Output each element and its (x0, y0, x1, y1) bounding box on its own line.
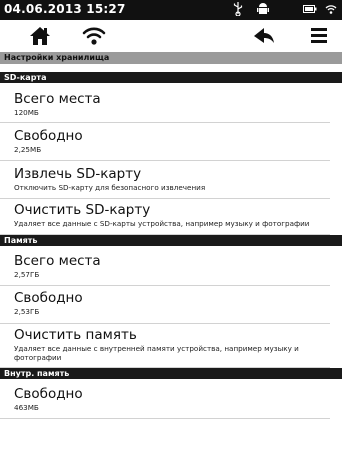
status-bar: 04.06.2013 15:27 (0, 0, 342, 20)
list-item-sd-free[interactable]: Свободно 2,25МБ (0, 122, 330, 161)
list-item-sd-total[interactable]: Всего места 120МБ (0, 84, 330, 123)
list-item-internal-free[interactable]: Свободно 463МБ (0, 380, 330, 419)
item-title: Свободно (14, 290, 83, 306)
item-subtitle: 2,25МБ (14, 145, 42, 154)
item-subtitle: 2,53ГБ (14, 307, 40, 316)
section-header-memory: Память (0, 235, 342, 246)
item-title: Извлечь SD-карту (14, 166, 142, 182)
item-title: Всего места (14, 253, 101, 269)
section-header-internal-memory: Внутр. память (0, 368, 342, 379)
wifi-icon[interactable] (82, 25, 106, 47)
wifi-status-icon (325, 2, 337, 20)
list-item-memory-free[interactable]: Свободно 2,53ГБ (0, 285, 330, 324)
item-title: Очистить SD-карту (14, 202, 151, 218)
page-title: Настройки хранилища (4, 53, 110, 62)
home-icon[interactable] (28, 25, 52, 47)
item-subtitle: Удаляет все данные с внутренней памяти у… (14, 344, 299, 362)
section-label: SD-карта (4, 73, 47, 82)
list-item-memory-total[interactable]: Всего места 2,57ГБ (0, 247, 330, 286)
menu-icon[interactable] (307, 25, 331, 47)
item-subtitle: Удаляет все данные с SD-карты устройства… (14, 219, 310, 228)
back-icon[interactable] (252, 25, 276, 47)
item-subtitle: 2,57ГБ (14, 270, 40, 279)
list-item-eject-sd[interactable]: Извлечь SD-карту Отключить SD-карту для … (0, 160, 330, 199)
section-header-sd-card: SD-карта (0, 72, 342, 83)
item-subtitle: 120МБ (14, 108, 39, 117)
android-debug-icon (257, 2, 269, 20)
item-title: Свободно (14, 128, 83, 144)
item-title: Всего места (14, 91, 101, 107)
item-title: Очистить память (14, 327, 137, 343)
page-title-bar: Настройки хранилища (0, 52, 342, 64)
usb-icon (233, 2, 243, 20)
list-item-format-sd[interactable]: Очистить SD-карту Удаляет все данные с S… (0, 198, 330, 235)
list-item-format-memory[interactable]: Очистить память Удаляет все данные с вну… (0, 323, 330, 368)
battery-icon (303, 2, 317, 20)
toolbar (0, 20, 342, 53)
item-subtitle: 463МБ (14, 403, 39, 412)
item-subtitle: Отключить SD-карту для безопасного извле… (14, 183, 206, 192)
section-label: Память (4, 236, 38, 245)
item-title: Свободно (14, 386, 83, 402)
status-datetime: 04.06.2013 15:27 (4, 2, 126, 16)
section-label: Внутр. память (4, 369, 70, 378)
